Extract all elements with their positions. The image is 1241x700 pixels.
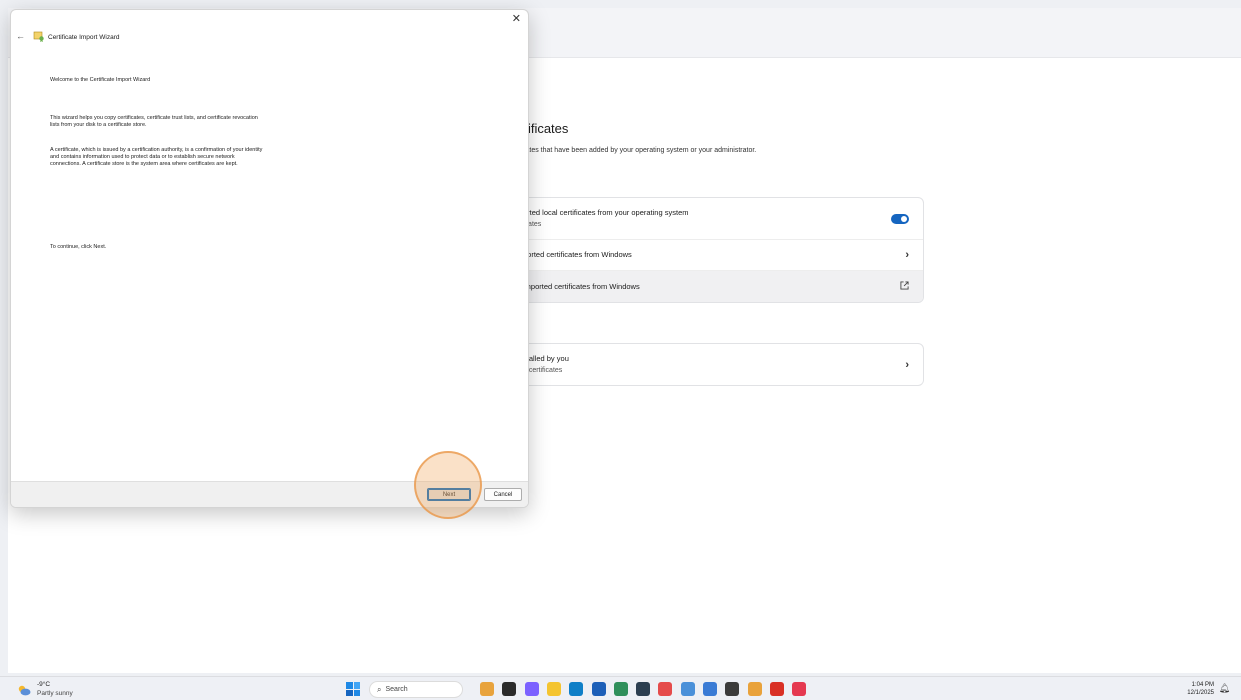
- windows-certificates-row[interactable]: imported certificates from Windows: [515, 271, 923, 302]
- chevron-right-icon: ›: [905, 358, 909, 371]
- row-label: stalled by you: [523, 353, 569, 363]
- taskbar: -9°C Partly sunny ⌕ Search 1:04 PM 12/1/…: [0, 676, 1241, 700]
- weather-temperature[interactable]: -9°C: [37, 681, 50, 688]
- back-arrow-icon[interactable]: ←: [16, 31, 25, 41]
- clock-time: 1:04 PM: [1191, 682, 1214, 688]
- task-view-icon[interactable]: [502, 682, 517, 696]
- certificate-import-wizard-dialog: ✕ ← Certificate Import Wizard Welcome to…: [10, 9, 529, 508]
- wizard-title: Certificate Import Wizard: [48, 34, 120, 41]
- app-icon-14[interactable]: [769, 682, 784, 696]
- notepad-icon[interactable]: [680, 682, 695, 696]
- wizard-description-line-2: and contains information used to protect…: [50, 154, 235, 160]
- wizard-intro-line-2: lists from your disk to a certificate st…: [50, 122, 147, 128]
- wizard-intro-line-1: This wizard helps you copy certificates,…: [50, 115, 258, 121]
- wizard-description-line-1: A certificate, which is issued by a cert…: [50, 147, 263, 153]
- search-icon: ⌕: [377, 684, 382, 694]
- wizard-description-line-3: connections. A certificate store is the …: [50, 161, 238, 167]
- windows-start-icon[interactable]: [346, 682, 360, 696]
- installed-by-you-row[interactable]: stalled by you o certificates ›: [515, 344, 923, 385]
- row-label: ported certificates from Windows: [523, 250, 632, 259]
- imported-local-certificates-row[interactable]: orted local certificates from your opera…: [515, 198, 923, 240]
- page-description: cates that have been added by your opera…: [522, 147, 757, 154]
- network-app-icon[interactable]: [703, 682, 717, 696]
- store-icon[interactable]: [591, 682, 606, 696]
- wizard-heading: Welcome to the Certificate Import Wizard: [50, 77, 151, 83]
- weather-cloud-sun-icon[interactable]: [17, 683, 31, 696]
- row-sublabel: icates: [523, 220, 542, 228]
- installed-certificates-card: stalled by you o certificates ›: [514, 343, 924, 386]
- edge-icon[interactable]: [569, 682, 584, 696]
- app-icon-7[interactable]: [613, 682, 628, 696]
- chevron-right-icon: ›: [905, 249, 909, 261]
- widgets-app-icon[interactable]: [480, 682, 494, 696]
- chrome-icon[interactable]: [747, 682, 762, 696]
- use-imported-certificates-toggle[interactable]: [891, 213, 909, 224]
- clock-date: 12/1/2025: [1187, 690, 1214, 696]
- notification-bell-icon[interactable]: 🔔︎: [1219, 683, 1230, 694]
- app-icon-9[interactable]: [658, 682, 673, 696]
- app-icon-15[interactable]: [792, 682, 807, 696]
- row-label: imported certificates from Windows: [523, 281, 640, 291]
- app-icon-12[interactable]: [725, 682, 740, 696]
- taskbar-search-input[interactable]: ⌕ Search: [369, 681, 463, 698]
- wizard-continue-text: To continue, click Next.: [50, 244, 107, 250]
- click-indicator: [414, 451, 482, 519]
- manage-imported-certificates-row[interactable]: ported certificates from Windows ›: [515, 240, 923, 271]
- copilot-icon[interactable]: [524, 682, 539, 696]
- row-sublabel: o certificates: [523, 366, 563, 374]
- certificates-card: orted local certificates from your opera…: [514, 197, 924, 303]
- system-clock[interactable]: 1:04 PM 12/1/2025: [1187, 681, 1214, 697]
- search-placeholder: Search: [385, 686, 408, 693]
- cancel-button[interactable]: Cancel: [484, 488, 522, 501]
- external-link-icon: [900, 281, 909, 292]
- mail-icon[interactable]: [636, 682, 651, 696]
- row-label: orted local certificates from your opera…: [523, 207, 689, 217]
- close-icon[interactable]: ✕: [512, 12, 521, 25]
- weather-condition[interactable]: Partly sunny: [37, 690, 73, 697]
- file-explorer-icon[interactable]: [546, 682, 561, 696]
- certificate-icon: [33, 29, 45, 42]
